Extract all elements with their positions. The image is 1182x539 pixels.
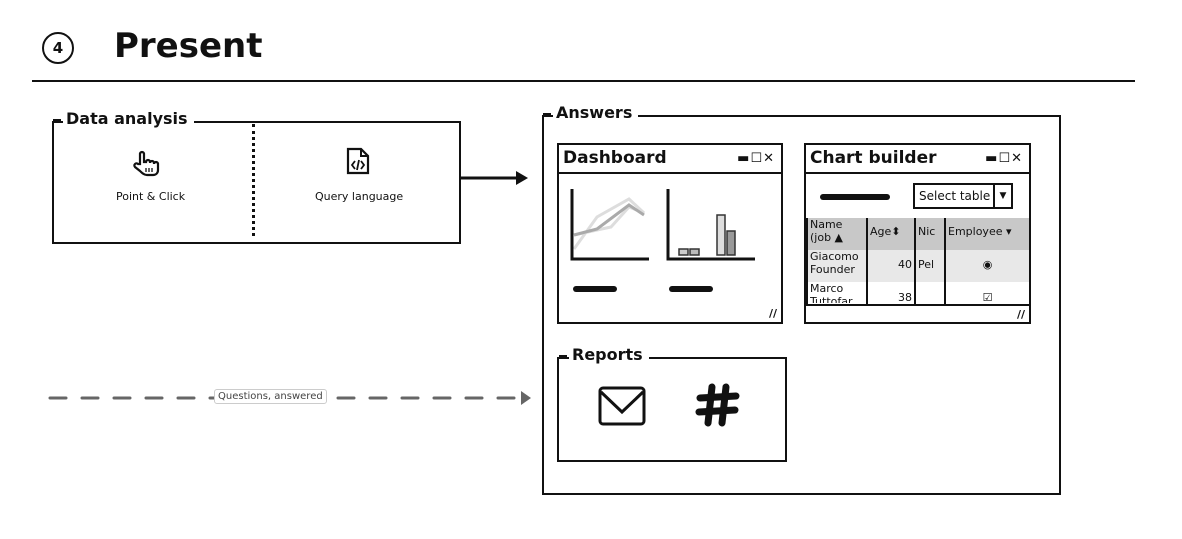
radio-selected-icon[interactable]: ◉ <box>944 250 1031 282</box>
data-analysis-label: Data analysis <box>53 110 194 128</box>
page-title: Present <box>114 26 263 66</box>
table-header: Name (job ▲ Age⬍ Nic Employee ▾ <box>806 218 1031 250</box>
data-analysis-group <box>52 121 461 244</box>
hand-pointer-icon <box>133 150 160 177</box>
col-employee[interactable]: Employee ▾ <box>944 218 1031 250</box>
window-controls-icon[interactable]: ▬☐✕ <box>737 145 775 172</box>
mail-icon[interactable] <box>598 386 646 426</box>
col-name[interactable]: Name (job ▲ <box>806 218 868 250</box>
chart-builder-title: Chart builder <box>810 148 937 168</box>
header-divider <box>32 80 1135 82</box>
cell-name: Marco Tuttofar <box>806 282 868 304</box>
cell-age: 38 <box>866 282 916 304</box>
reports-group <box>557 357 787 462</box>
window-controls-icon[interactable]: ▬☐✕ <box>985 145 1023 172</box>
caption-scribble <box>669 286 713 292</box>
select-table-dropdown[interactable]: Select table ▼ <box>913 183 1013 209</box>
slack-icon[interactable] <box>695 382 741 428</box>
resize-handle-icon[interactable]: // <box>769 307 777 320</box>
dashboard-title: Dashboard <box>563 148 667 168</box>
col-nic[interactable]: Nic <box>914 218 946 250</box>
table-row[interactable]: Giacomo Founder 40 Pel ◉ <box>806 250 1031 282</box>
chevron-down-icon: ▼ <box>993 185 1011 207</box>
select-value: Select table <box>919 189 991 203</box>
table-row[interactable]: Marco Tuttofar 38 ☑ <box>806 282 1031 304</box>
label-scribble <box>820 194 890 200</box>
dotted-divider <box>252 124 255 236</box>
point-click-label: Point & Click <box>116 190 186 203</box>
solid-arrow <box>460 171 528 185</box>
canvas: 4 Present Data analysis Point & Click Qu… <box>0 0 1182 539</box>
reports-label: Reports <box>559 346 649 364</box>
col-age[interactable]: Age⬍ <box>866 218 916 250</box>
line-chart-icon <box>570 189 649 261</box>
dashboard-window: Dashboard ▬☐✕ // <box>557 143 783 324</box>
cell-name: Giacomo Founder <box>806 250 868 282</box>
resize-handle-icon[interactable]: // <box>1017 308 1025 321</box>
table-bottom-border <box>806 304 1029 306</box>
step-badge: 4 <box>42 32 74 64</box>
answers-label: Answers <box>542 104 639 122</box>
code-file-icon <box>346 147 370 175</box>
caption-scribble <box>573 286 617 292</box>
data-table: Name (job ▲ Age⬍ Nic Employee ▾ Giacomo … <box>806 218 1031 304</box>
cell-nic: Pel <box>914 250 946 282</box>
cell-age: 40 <box>866 250 916 282</box>
bar-chart-icon <box>666 189 755 261</box>
chart-builder-window: Chart builder ▬☐✕ Select table ▼ Name (jo… <box>804 143 1031 324</box>
connector-label: Questions, answered <box>214 389 327 404</box>
checkbox-checked-icon[interactable]: ☑ <box>944 282 1031 304</box>
cell-nic <box>914 282 946 304</box>
query-language-label: Query language <box>315 190 404 203</box>
